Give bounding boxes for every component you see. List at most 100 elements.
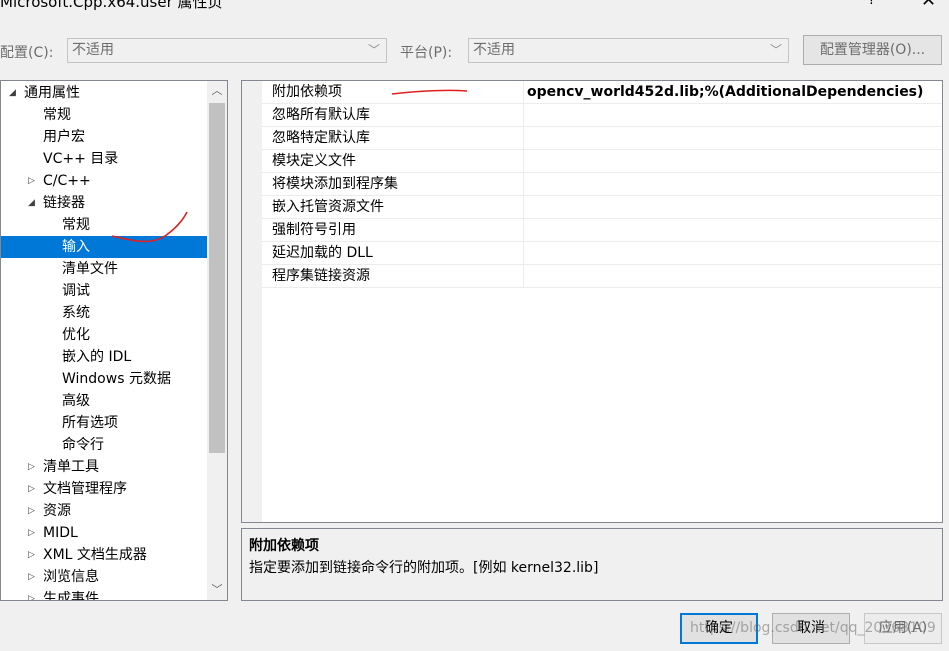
tree-item-label: 清单工具 <box>43 459 99 475</box>
tree-item[interactable]: ▷ XML 文档生成器 <box>1 544 207 566</box>
property-row[interactable]: 模块定义文件 <box>242 150 942 173</box>
property-row[interactable]: 将模块添加到程序集 <box>242 173 942 196</box>
row-divider <box>262 287 942 288</box>
tree-item-label: 浏览信息 <box>43 569 99 585</box>
tree-scrollbar[interactable]: ︿ ﹀ <box>207 81 227 600</box>
chevron-collapsed-icon[interactable]: ▷ <box>28 588 35 600</box>
tree-item[interactable]: 优化 <box>1 324 207 346</box>
chevron-collapsed-icon[interactable]: ▷ <box>28 456 35 478</box>
tree-item[interactable]: 用户宏 <box>1 126 207 148</box>
tree-item-label: 命令行 <box>62 437 104 453</box>
property-row[interactable]: 强制符号引用 <box>242 219 942 242</box>
tree-item[interactable]: ▷ 文档管理程序 <box>1 478 207 500</box>
property-name: 忽略所有默认库 <box>272 107 370 123</box>
platform-dropdown[interactable]: 不适用 ﹀ <box>468 38 789 63</box>
row-gutter <box>242 242 262 265</box>
property-name: 程序集链接资源 <box>272 268 370 284</box>
chevron-down-icon: ﹀ <box>769 43 782 57</box>
config-value: 不适用 <box>72 42 114 58</box>
tree-item[interactable]: Windows 元数据 <box>1 368 207 390</box>
scroll-thumb[interactable] <box>209 103 225 453</box>
tree-item[interactable]: 常规 <box>1 214 207 236</box>
tree-item[interactable]: ▷ 浏览信息 <box>1 566 207 588</box>
scroll-down-icon[interactable]: ﹀ <box>207 580 227 600</box>
property-row[interactable]: 忽略特定默认库 <box>242 127 942 150</box>
chevron-collapsed-icon[interactable]: ▷ <box>28 478 35 500</box>
tree-item-label: 资源 <box>43 503 71 519</box>
tree-item[interactable]: ▷ MIDL <box>1 522 207 544</box>
tree-item[interactable]: 输入 <box>1 236 207 258</box>
scroll-up-icon[interactable]: ︿ <box>207 81 227 101</box>
tree-item[interactable]: ◢ 通用属性 <box>1 82 207 104</box>
row-gutter <box>242 173 262 196</box>
column-divider <box>523 219 524 242</box>
column-divider <box>523 196 524 219</box>
property-row[interactable]: 嵌入托管资源文件 <box>242 196 942 219</box>
property-tree[interactable]: ◢ 通用属性 常规 用户宏 VC++ 目录 ▷ C/C++ ◢ 链接器 常规 输入 清单文件 调试 系统优… <box>0 80 228 601</box>
row-gutter <box>242 81 262 104</box>
chevron-collapsed-icon[interactable]: ▷ <box>28 170 35 192</box>
config-dropdown[interactable]: 不适用 ﹀ <box>67 38 387 63</box>
ok-button[interactable]: 确定 <box>680 613 758 644</box>
tree-item-label: MIDL <box>43 525 78 541</box>
close-icon[interactable]: ✕ <box>921 0 936 11</box>
tree-item-label: 链接器 <box>43 195 85 211</box>
tree-item[interactable]: ▷ 清单工具 <box>1 456 207 478</box>
tree-item[interactable]: ▷ 生成事件 <box>1 588 207 600</box>
window-title: Microsoft.Cpp.x64.user 属性页 <box>0 0 223 11</box>
tree-item-label: 嵌入的 IDL <box>62 349 132 365</box>
property-name: 强制符号引用 <box>272 222 356 238</box>
column-divider <box>523 173 524 196</box>
property-value[interactable]: opencv_world452d.lib;%(AdditionalDepende… <box>527 81 923 104</box>
config-manager-button[interactable]: 配置管理器(O)... <box>803 35 942 65</box>
help-button[interactable]: ? <box>868 0 875 8</box>
property-row[interactable]: 附加依赖项 opencv_world452d.lib;%(AdditionalDe… <box>242 81 942 104</box>
property-row[interactable]: 延迟加载的 DLL <box>242 242 942 265</box>
tree-item[interactable]: ▷ C/C++ <box>1 170 207 192</box>
cancel-button[interactable]: 取消 <box>772 613 850 644</box>
tree-item[interactable]: 常规 <box>1 104 207 126</box>
column-divider <box>523 81 524 104</box>
chevron-collapsed-icon[interactable]: ▷ <box>28 544 35 566</box>
chevron-expanded-icon[interactable]: ◢ <box>28 192 35 214</box>
tree-item-label: XML 文档生成器 <box>43 547 147 563</box>
property-grid[interactable]: 附加依赖项 opencv_world452d.lib;%(AdditionalDe… <box>241 80 943 523</box>
tree-item[interactable]: ▷ 资源 <box>1 500 207 522</box>
chevron-down-icon: ﹀ <box>367 43 380 57</box>
tree-item[interactable]: 调试 <box>1 280 207 302</box>
tree-item[interactable]: 所有选项 <box>1 412 207 434</box>
tree-item[interactable]: 系统 <box>1 302 207 324</box>
tree-item[interactable]: VC++ 目录 <box>1 148 207 170</box>
tree-item-label: 清单文件 <box>62 261 118 277</box>
tree-item-label: 所有选项 <box>62 415 118 431</box>
description-text: 指定要添加到链接命令行的附加项。[例如 kernel32.lib] <box>249 560 599 576</box>
description-panel: 附加依赖项 指定要添加到链接命令行的附加项。[例如 kernel32.lib] <box>241 528 943 601</box>
config-label: 配置(C): <box>0 45 54 61</box>
tree-item[interactable]: 高级 <box>1 390 207 412</box>
property-row[interactable]: 程序集链接资源 <box>242 265 942 288</box>
chevron-collapsed-icon[interactable]: ▷ <box>28 500 35 522</box>
row-gutter <box>242 196 262 219</box>
tree-item[interactable]: ◢ 链接器 <box>1 192 207 214</box>
row-gutter <box>242 219 262 242</box>
tree-item-label: 优化 <box>62 327 90 343</box>
platform-value: 不适用 <box>473 42 515 58</box>
property-row[interactable]: 忽略所有默认库 <box>242 104 942 127</box>
tree-item[interactable]: 嵌入的 IDL <box>1 346 207 368</box>
tree-item-label: 用户宏 <box>43 129 85 145</box>
tree-item-label: VC++ 目录 <box>43 151 119 167</box>
tree-item[interactable]: 清单文件 <box>1 258 207 280</box>
property-name: 将模块添加到程序集 <box>272 176 398 192</box>
tree-item[interactable]: 命令行 <box>1 434 207 456</box>
apply-button[interactable]: 应用(A) <box>864 613 942 644</box>
property-name: 忽略特定默认库 <box>272 130 370 146</box>
grid-gutter <box>242 288 262 522</box>
row-gutter <box>242 150 262 173</box>
tree-item-label: 高级 <box>62 393 90 409</box>
chevron-collapsed-icon[interactable]: ▷ <box>28 566 35 588</box>
column-divider <box>523 265 524 288</box>
chevron-expanded-icon[interactable]: ◢ <box>9 82 16 104</box>
chevron-collapsed-icon[interactable]: ▷ <box>28 522 35 544</box>
tree-item-label: 系统 <box>62 305 90 321</box>
tree-item-label: 常规 <box>62 217 90 233</box>
